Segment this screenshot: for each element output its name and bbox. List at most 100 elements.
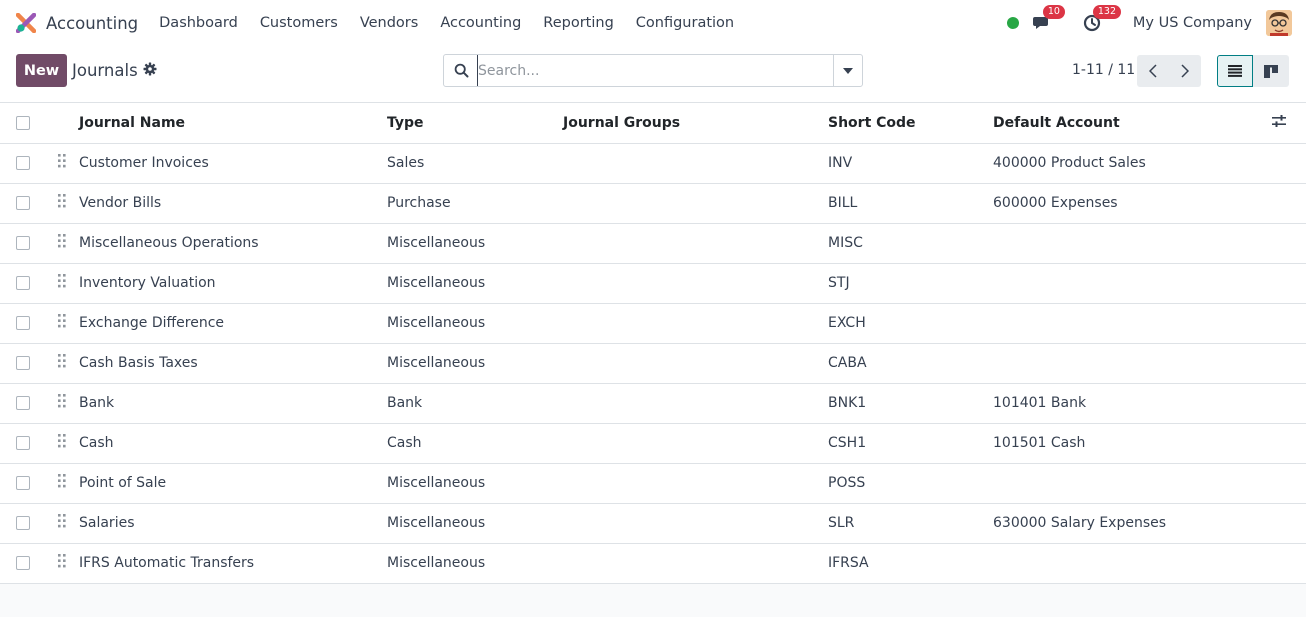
cell-journal-name[interactable]: Customer Invoices [79, 143, 387, 184]
row-checkbox[interactable] [16, 196, 30, 210]
drag-handle-icon[interactable] [58, 434, 66, 452]
cell-type[interactable]: Miscellaneous [387, 503, 563, 544]
caret-down-icon[interactable] [833, 55, 862, 86]
cell-short-code[interactable]: BNK1 [828, 383, 993, 424]
cell-short-code[interactable]: BILL [828, 183, 993, 224]
column-header-type[interactable]: Type [387, 103, 563, 144]
pager-value[interactable]: 1-11 / 11 [1072, 62, 1135, 78]
table-row[interactable]: Cash Basis Taxes Miscellaneous CABA [0, 343, 1306, 384]
row-checkbox[interactable] [16, 316, 30, 330]
menu-accounting[interactable]: Accounting [429, 15, 532, 31]
cell-journal-groups[interactable] [563, 303, 828, 344]
optional-columns-icon[interactable] [1272, 103, 1306, 144]
drag-handle-icon[interactable] [58, 194, 66, 212]
cell-default-account[interactable]: 400000 Product Sales [993, 143, 1272, 184]
cell-short-code[interactable]: IFRSA [828, 543, 993, 584]
gear-icon[interactable] [143, 62, 157, 80]
search-input[interactable] [477, 55, 833, 86]
company-switcher[interactable]: My US Company [1133, 15, 1252, 31]
row-checkbox[interactable] [16, 396, 30, 410]
row-checkbox[interactable] [16, 156, 30, 170]
column-header-default-account[interactable]: Default Account [993, 103, 1272, 144]
cell-default-account[interactable] [993, 463, 1272, 504]
table-row[interactable]: Salaries Miscellaneous SLR 630000 Salary Ex… [0, 503, 1306, 544]
menu-customers[interactable]: Customers [249, 15, 349, 31]
menu-reporting[interactable]: Reporting [532, 15, 625, 31]
drag-handle-icon[interactable] [58, 514, 66, 532]
drag-handle-icon[interactable] [58, 474, 66, 492]
cell-journal-name[interactable]: Exchange Difference [79, 303, 387, 344]
row-checkbox[interactable] [16, 516, 30, 530]
cell-short-code[interactable]: INV [828, 143, 993, 184]
column-header-journal-name[interactable]: Journal Name [79, 103, 387, 144]
menu-dashboard[interactable]: Dashboard [148, 15, 249, 31]
drag-handle-icon[interactable] [58, 314, 66, 332]
cell-default-account[interactable] [993, 543, 1272, 584]
cell-journal-name[interactable]: Miscellaneous Operations [79, 223, 387, 264]
menu-configuration[interactable]: Configuration [625, 15, 745, 31]
cell-type[interactable]: Bank [387, 383, 563, 424]
cell-type[interactable]: Cash [387, 423, 563, 464]
accounting-logo-icon[interactable] [16, 13, 36, 33]
cell-journal-name[interactable]: Bank [79, 383, 387, 424]
cell-default-account[interactable] [993, 343, 1272, 384]
table-row[interactable]: Vendor Bills Purchase BILL 600000 Expenses [0, 183, 1306, 224]
row-checkbox[interactable] [16, 476, 30, 490]
row-checkbox[interactable] [16, 276, 30, 290]
cell-type[interactable]: Miscellaneous [387, 223, 563, 264]
column-header-short-code[interactable]: Short Code [828, 103, 993, 144]
cell-short-code[interactable]: MISC [828, 223, 993, 264]
row-checkbox[interactable] [16, 556, 30, 570]
table-row[interactable]: Bank Bank BNK1 101401 Bank [0, 383, 1306, 424]
cell-default-account[interactable]: 630000 Salary Expenses [993, 503, 1272, 544]
page-title[interactable]: Journals [72, 61, 138, 80]
row-checkbox[interactable] [16, 356, 30, 370]
cell-journal-groups[interactable] [563, 383, 828, 424]
app-name[interactable]: Accounting [46, 14, 138, 33]
table-row[interactable]: Cash Cash CSH1 101501 Cash [0, 423, 1306, 464]
cell-journal-groups[interactable] [563, 343, 828, 384]
cell-journal-name[interactable]: Cash Basis Taxes [79, 343, 387, 384]
table-row[interactable]: Customer Invoices Sales INV 400000 Product … [0, 143, 1306, 184]
cell-default-account[interactable] [993, 263, 1272, 304]
cell-type[interactable]: Miscellaneous [387, 263, 563, 304]
clock-icon[interactable]: 132 [1081, 5, 1122, 34]
cell-journal-groups[interactable] [563, 183, 828, 224]
table-row[interactable]: Inventory Valuation Miscellaneous STJ [0, 263, 1306, 304]
cell-type[interactable]: Miscellaneous [387, 463, 563, 504]
cell-default-account[interactable]: 101401 Bank [993, 383, 1272, 424]
cell-journal-name[interactable]: Inventory Valuation [79, 263, 387, 304]
table-row[interactable]: Exchange Difference Miscellaneous EXCH [0, 303, 1306, 344]
cell-short-code[interactable]: SLR [828, 503, 993, 544]
drag-handle-icon[interactable] [58, 154, 66, 172]
cell-short-code[interactable]: STJ [828, 263, 993, 304]
cell-type[interactable]: Miscellaneous [387, 303, 563, 344]
drag-handle-icon[interactable] [58, 394, 66, 412]
cell-journal-name[interactable]: Point of Sale [79, 463, 387, 504]
new-button[interactable]: New [16, 54, 67, 87]
cell-default-account[interactable]: 600000 Expenses [993, 183, 1272, 224]
cell-journal-groups[interactable] [563, 503, 828, 544]
cell-journal-groups[interactable] [563, 143, 828, 184]
cell-short-code[interactable]: CABA [828, 343, 993, 384]
cell-journal-groups[interactable] [563, 463, 828, 504]
cell-short-code[interactable]: POSS [828, 463, 993, 504]
cell-default-account[interactable] [993, 223, 1272, 264]
cell-journal-groups[interactable] [563, 263, 828, 304]
cell-journal-name[interactable]: Cash [79, 423, 387, 464]
drag-handle-icon[interactable] [58, 274, 66, 292]
chevron-left-icon[interactable] [1137, 55, 1169, 87]
cell-short-code[interactable]: CSH1 [828, 423, 993, 464]
drag-handle-icon[interactable] [58, 554, 66, 572]
cell-short-code[interactable]: EXCH [828, 303, 993, 344]
chat-icon[interactable]: 10 [1031, 5, 1065, 34]
cell-journal-name[interactable]: Vendor Bills [79, 183, 387, 224]
cell-journal-name[interactable]: IFRS Automatic Transfers [79, 543, 387, 584]
cell-journal-groups[interactable] [563, 223, 828, 264]
drag-handle-icon[interactable] [58, 354, 66, 372]
menu-vendors[interactable]: Vendors [349, 15, 430, 31]
row-checkbox[interactable] [16, 436, 30, 450]
table-row[interactable]: IFRS Automatic Transfers Miscellaneous IFR… [0, 543, 1306, 584]
drag-handle-icon[interactable] [58, 234, 66, 252]
cell-type[interactable]: Sales [387, 143, 563, 184]
